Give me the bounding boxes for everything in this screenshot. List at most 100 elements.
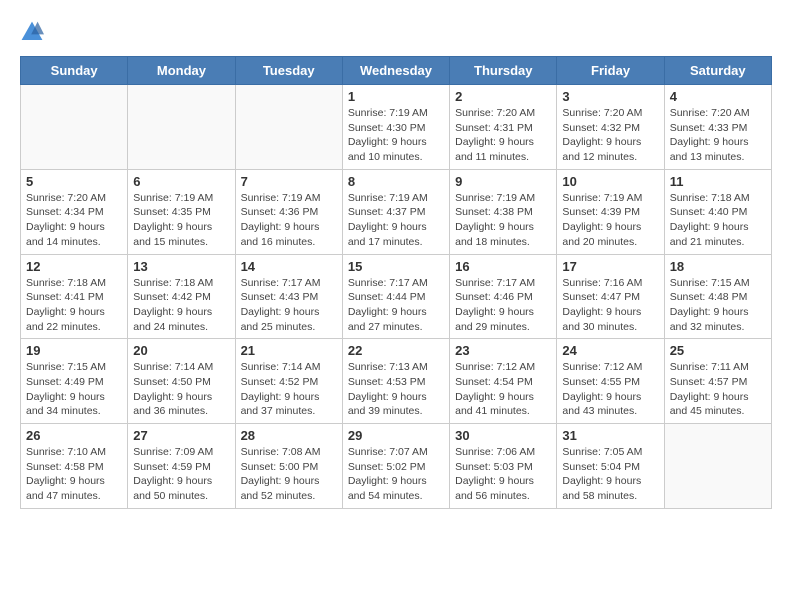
- calendar-cell: 8 Sunrise: 7:19 AM Sunset: 4:37 PM Daylig…: [342, 169, 449, 254]
- day-number: 30: [455, 428, 551, 443]
- cell-info: Sunrise: 7:18 AM Sunset: 4:42 PM Dayligh…: [133, 276, 229, 335]
- cell-info: Sunrise: 7:12 AM Sunset: 4:55 PM Dayligh…: [562, 360, 658, 419]
- cell-info: Sunrise: 7:15 AM Sunset: 4:49 PM Dayligh…: [26, 360, 122, 419]
- cell-info: Sunrise: 7:07 AM Sunset: 5:02 PM Dayligh…: [348, 445, 444, 504]
- day-header-friday: Friday: [557, 57, 664, 85]
- day-number: 8: [348, 174, 444, 189]
- header: [20, 20, 772, 44]
- logo: [20, 20, 48, 44]
- day-number: 20: [133, 343, 229, 358]
- day-number: 15: [348, 259, 444, 274]
- week-row-2: 5 Sunrise: 7:20 AM Sunset: 4:34 PM Daylig…: [21, 169, 772, 254]
- week-row-3: 12Sunrise: 7:18 AM Sunset: 4:41 PM Dayli…: [21, 254, 772, 339]
- cell-info: Sunrise: 7:12 AM Sunset: 4:54 PM Dayligh…: [455, 360, 551, 419]
- calendar-cell: 10 Sunrise: 7:19 AM Sunset: 4:39 PM Dayli…: [557, 169, 664, 254]
- day-number: 9: [455, 174, 551, 189]
- calendar-cell: 25Sunrise: 7:11 AM Sunset: 4:57 PM Dayli…: [664, 339, 771, 424]
- cell-info: Sunrise: 7:19 AM Sunset: 4:36 PM Dayligh…: [241, 191, 337, 250]
- calendar-cell: [664, 424, 771, 509]
- day-number: 25: [670, 343, 766, 358]
- day-number: 7: [241, 174, 337, 189]
- cell-info: Sunrise: 7:05 AM Sunset: 5:04 PM Dayligh…: [562, 445, 658, 504]
- day-number: 23: [455, 343, 551, 358]
- calendar-cell: 15Sunrise: 7:17 AM Sunset: 4:44 PM Dayli…: [342, 254, 449, 339]
- week-row-5: 26 Sunrise: 7:10 AM Sunset: 4:58 PM Dayli…: [21, 424, 772, 509]
- cell-info: Sunrise: 7:09 AM Sunset: 4:59 PM Dayligh…: [133, 445, 229, 504]
- cell-info: Sunrise: 7:16 AM Sunset: 4:47 PM Dayligh…: [562, 276, 658, 335]
- cell-info: Sunrise: 7:19 AM Sunset: 4:39 PM Dayligh…: [562, 191, 658, 250]
- day-number: 11: [670, 174, 766, 189]
- calendar-cell: 31 Sunrise: 7:05 AM Sunset: 5:04 PM Dayli…: [557, 424, 664, 509]
- day-number: 22: [348, 343, 444, 358]
- days-header-row: SundayMondayTuesdayWednesdayThursdayFrid…: [21, 57, 772, 85]
- day-number: 3: [562, 89, 658, 104]
- calendar-cell: 26 Sunrise: 7:10 AM Sunset: 4:58 PM Dayli…: [21, 424, 128, 509]
- calendar-cell: 7 Sunrise: 7:19 AM Sunset: 4:36 PM Daylig…: [235, 169, 342, 254]
- cell-info: Sunrise: 7:19 AM Sunset: 4:35 PM Dayligh…: [133, 191, 229, 250]
- day-number: 24: [562, 343, 658, 358]
- day-header-saturday: Saturday: [664, 57, 771, 85]
- calendar-cell: 20 Sunrise: 7:14 AM Sunset: 4:50 PM Dayli…: [128, 339, 235, 424]
- calendar-cell: 4 Sunrise: 7:20 AM Sunset: 4:33 PM Daylig…: [664, 85, 771, 170]
- calendar-cell: 24 Sunrise: 7:12 AM Sunset: 4:55 PM Dayli…: [557, 339, 664, 424]
- cell-info: Sunrise: 7:13 AM Sunset: 4:53 PM Dayligh…: [348, 360, 444, 419]
- calendar-cell: 13 Sunrise: 7:18 AM Sunset: 4:42 PM Dayli…: [128, 254, 235, 339]
- cell-info: Sunrise: 7:19 AM Sunset: 4:38 PM Dayligh…: [455, 191, 551, 250]
- day-number: 10: [562, 174, 658, 189]
- calendar-cell: 6 Sunrise: 7:19 AM Sunset: 4:35 PM Daylig…: [128, 169, 235, 254]
- calendar-cell: 23 Sunrise: 7:12 AM Sunset: 4:54 PM Dayli…: [450, 339, 557, 424]
- calendar-cell: 22 Sunrise: 7:13 AM Sunset: 4:53 PM Dayli…: [342, 339, 449, 424]
- day-header-sunday: Sunday: [21, 57, 128, 85]
- calendar-cell: 9 Sunrise: 7:19 AM Sunset: 4:38 PM Daylig…: [450, 169, 557, 254]
- calendar-cell: 12Sunrise: 7:18 AM Sunset: 4:41 PM Dayli…: [21, 254, 128, 339]
- logo-icon: [20, 20, 44, 44]
- calendar-cell: 11Sunrise: 7:18 AM Sunset: 4:40 PM Dayli…: [664, 169, 771, 254]
- cell-info: Sunrise: 7:19 AM Sunset: 4:30 PM Dayligh…: [348, 106, 444, 165]
- day-number: 17: [562, 259, 658, 274]
- day-number: 1: [348, 89, 444, 104]
- cell-info: Sunrise: 7:20 AM Sunset: 4:32 PM Dayligh…: [562, 106, 658, 165]
- day-number: 26: [26, 428, 122, 443]
- day-number: 6: [133, 174, 229, 189]
- cell-info: Sunrise: 7:10 AM Sunset: 4:58 PM Dayligh…: [26, 445, 122, 504]
- calendar-cell: 16 Sunrise: 7:17 AM Sunset: 4:46 PM Dayli…: [450, 254, 557, 339]
- day-number: 29: [348, 428, 444, 443]
- calendar-cell: 17 Sunrise: 7:16 AM Sunset: 4:47 PM Dayli…: [557, 254, 664, 339]
- week-row-1: 1 Sunrise: 7:19 AM Sunset: 4:30 PM Daylig…: [21, 85, 772, 170]
- calendar-cell: 19 Sunrise: 7:15 AM Sunset: 4:49 PM Dayli…: [21, 339, 128, 424]
- day-number: 31: [562, 428, 658, 443]
- day-number: 13: [133, 259, 229, 274]
- calendar-cell: 3 Sunrise: 7:20 AM Sunset: 4:32 PM Daylig…: [557, 85, 664, 170]
- day-header-tuesday: Tuesday: [235, 57, 342, 85]
- day-number: 19: [26, 343, 122, 358]
- cell-info: Sunrise: 7:20 AM Sunset: 4:31 PM Dayligh…: [455, 106, 551, 165]
- calendar-cell: 14Sunrise: 7:17 AM Sunset: 4:43 PM Dayli…: [235, 254, 342, 339]
- day-number: 14: [241, 259, 337, 274]
- calendar-cell: 1 Sunrise: 7:19 AM Sunset: 4:30 PM Daylig…: [342, 85, 449, 170]
- day-number: 16: [455, 259, 551, 274]
- day-number: 4: [670, 89, 766, 104]
- day-header-wednesday: Wednesday: [342, 57, 449, 85]
- day-header-monday: Monday: [128, 57, 235, 85]
- cell-info: Sunrise: 7:14 AM Sunset: 4:50 PM Dayligh…: [133, 360, 229, 419]
- calendar-cell: 18Sunrise: 7:15 AM Sunset: 4:48 PM Dayli…: [664, 254, 771, 339]
- calendar-cell: [235, 85, 342, 170]
- day-number: 18: [670, 259, 766, 274]
- cell-info: Sunrise: 7:17 AM Sunset: 4:46 PM Dayligh…: [455, 276, 551, 335]
- cell-info: Sunrise: 7:20 AM Sunset: 4:34 PM Dayligh…: [26, 191, 122, 250]
- day-number: 5: [26, 174, 122, 189]
- calendar-cell: 27Sunrise: 7:09 AM Sunset: 4:59 PM Dayli…: [128, 424, 235, 509]
- calendar-cell: [21, 85, 128, 170]
- cell-info: Sunrise: 7:18 AM Sunset: 4:41 PM Dayligh…: [26, 276, 122, 335]
- calendar-cell: [128, 85, 235, 170]
- calendar-cell: 29 Sunrise: 7:07 AM Sunset: 5:02 PM Dayli…: [342, 424, 449, 509]
- day-number: 21: [241, 343, 337, 358]
- day-header-thursday: Thursday: [450, 57, 557, 85]
- cell-info: Sunrise: 7:20 AM Sunset: 4:33 PM Dayligh…: [670, 106, 766, 165]
- cell-info: Sunrise: 7:06 AM Sunset: 5:03 PM Dayligh…: [455, 445, 551, 504]
- cell-info: Sunrise: 7:14 AM Sunset: 4:52 PM Dayligh…: [241, 360, 337, 419]
- day-number: 2: [455, 89, 551, 104]
- calendar-cell: 30 Sunrise: 7:06 AM Sunset: 5:03 PM Dayli…: [450, 424, 557, 509]
- calendar-table: SundayMondayTuesdayWednesdayThursdayFrid…: [20, 56, 772, 509]
- cell-info: Sunrise: 7:19 AM Sunset: 4:37 PM Dayligh…: [348, 191, 444, 250]
